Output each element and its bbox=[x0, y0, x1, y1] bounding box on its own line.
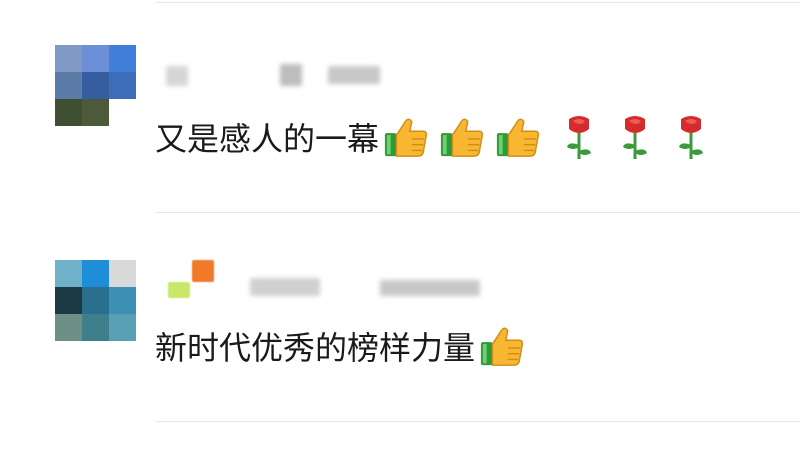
emoji-group bbox=[383, 113, 709, 161]
avatar[interactable] bbox=[55, 45, 136, 126]
top-divider bbox=[155, 2, 800, 3]
avatar-pixel bbox=[82, 45, 109, 72]
avatar-pixel bbox=[109, 99, 136, 126]
comment-text: 新时代优秀的榜样力量 bbox=[155, 329, 476, 367]
comment-meta-blurred bbox=[160, 258, 500, 298]
comment-meta-blurred bbox=[160, 62, 400, 92]
thumbs-up-icon bbox=[480, 327, 524, 366]
avatar-pixel bbox=[82, 72, 109, 99]
avatar-pixel bbox=[109, 314, 136, 341]
avatar-pixel bbox=[82, 260, 109, 287]
avatar-pixel bbox=[55, 287, 82, 314]
avatar-pixel bbox=[82, 314, 109, 341]
comment-text-row: 新时代优秀的榜样力量 bbox=[155, 323, 525, 369]
thumbs-up-icon bbox=[496, 118, 540, 157]
rose-icon bbox=[567, 116, 592, 159]
avatar-pixel bbox=[55, 99, 82, 126]
avatar-pixel bbox=[55, 260, 82, 287]
rose-icon bbox=[623, 116, 648, 159]
avatar-pixel bbox=[55, 314, 82, 341]
rose-icon bbox=[679, 116, 704, 159]
avatar[interactable] bbox=[55, 260, 136, 341]
avatar-pixel bbox=[55, 72, 82, 99]
avatar-pixel bbox=[109, 260, 136, 287]
avatar-pixel bbox=[82, 99, 109, 126]
avatar-pixel bbox=[55, 45, 82, 72]
username-blurred bbox=[168, 282, 190, 298]
thumbs-up-icon bbox=[384, 118, 428, 157]
thumbs-up-icon bbox=[440, 118, 484, 157]
username-blurred bbox=[250, 278, 320, 296]
username-blurred[interactable] bbox=[192, 260, 214, 282]
username-blurred[interactable] bbox=[166, 66, 188, 86]
avatar-pixel bbox=[109, 72, 136, 99]
avatar-pixel bbox=[82, 287, 109, 314]
emoji-group bbox=[479, 323, 525, 369]
avatar-pixel bbox=[109, 287, 136, 314]
comment-divider bbox=[155, 212, 800, 213]
timestamp-blurred bbox=[328, 66, 380, 84]
comment-text-row: 又是感人的一幕 bbox=[155, 113, 709, 161]
comment-text: 又是感人的一幕 bbox=[155, 120, 380, 158]
bottom-divider bbox=[155, 421, 800, 422]
timestamp-blurred bbox=[380, 280, 480, 296]
username-blurred bbox=[280, 64, 302, 86]
avatar-pixel bbox=[109, 45, 136, 72]
